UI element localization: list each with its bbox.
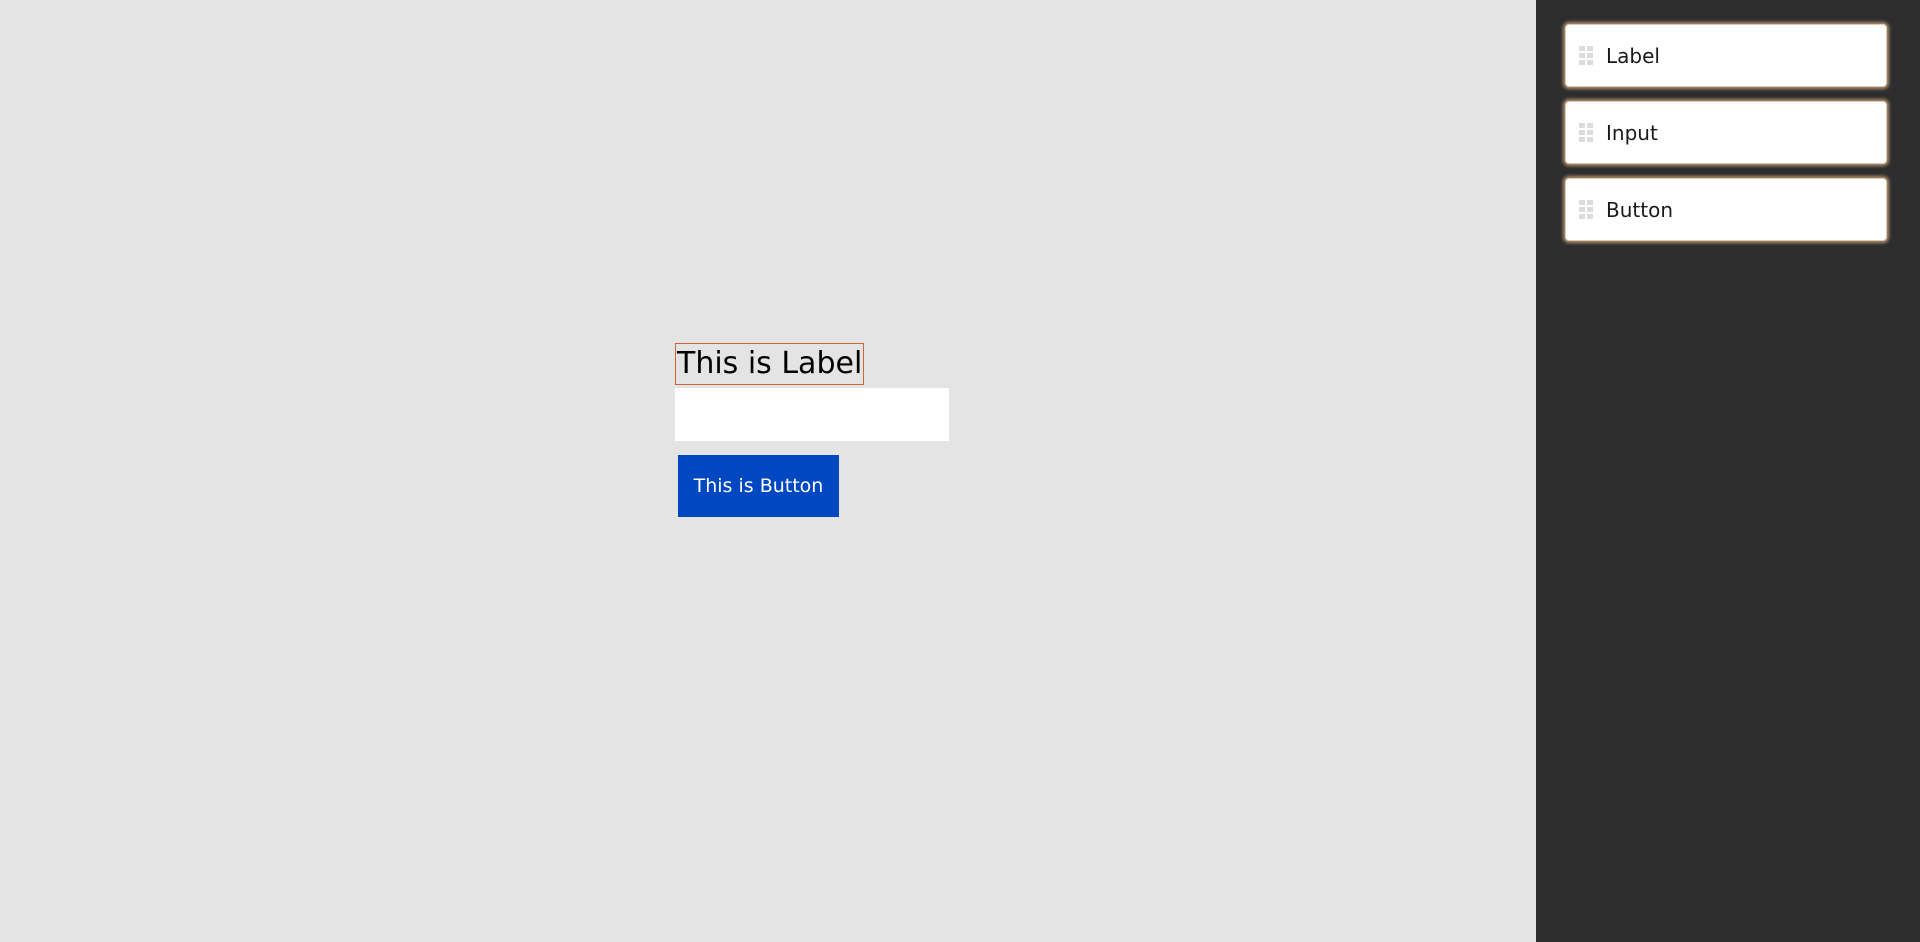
palette-item-input[interactable]: Input xyxy=(1565,101,1887,164)
palette-item-button-text: Button xyxy=(1606,197,1673,222)
canvas-button-element[interactable]: This is Button xyxy=(678,455,839,517)
drag-handle-icon[interactable] xyxy=(1579,199,1593,220)
drag-handle-icon[interactable] xyxy=(1579,45,1593,66)
canvas-input-element[interactable] xyxy=(675,388,949,441)
drag-handle-icon[interactable] xyxy=(1579,122,1593,143)
palette-item-label[interactable]: Label xyxy=(1565,24,1887,87)
palette-item-label-text: Label xyxy=(1606,43,1660,68)
design-canvas[interactable]: This is Label This is Button xyxy=(0,0,1536,942)
canvas-label-element[interactable]: This is Label xyxy=(675,343,865,385)
palette-item-input-text: Input xyxy=(1606,120,1658,145)
palette-item-button[interactable]: Button xyxy=(1565,178,1887,241)
component-palette: Label Input Button xyxy=(1536,0,1920,942)
